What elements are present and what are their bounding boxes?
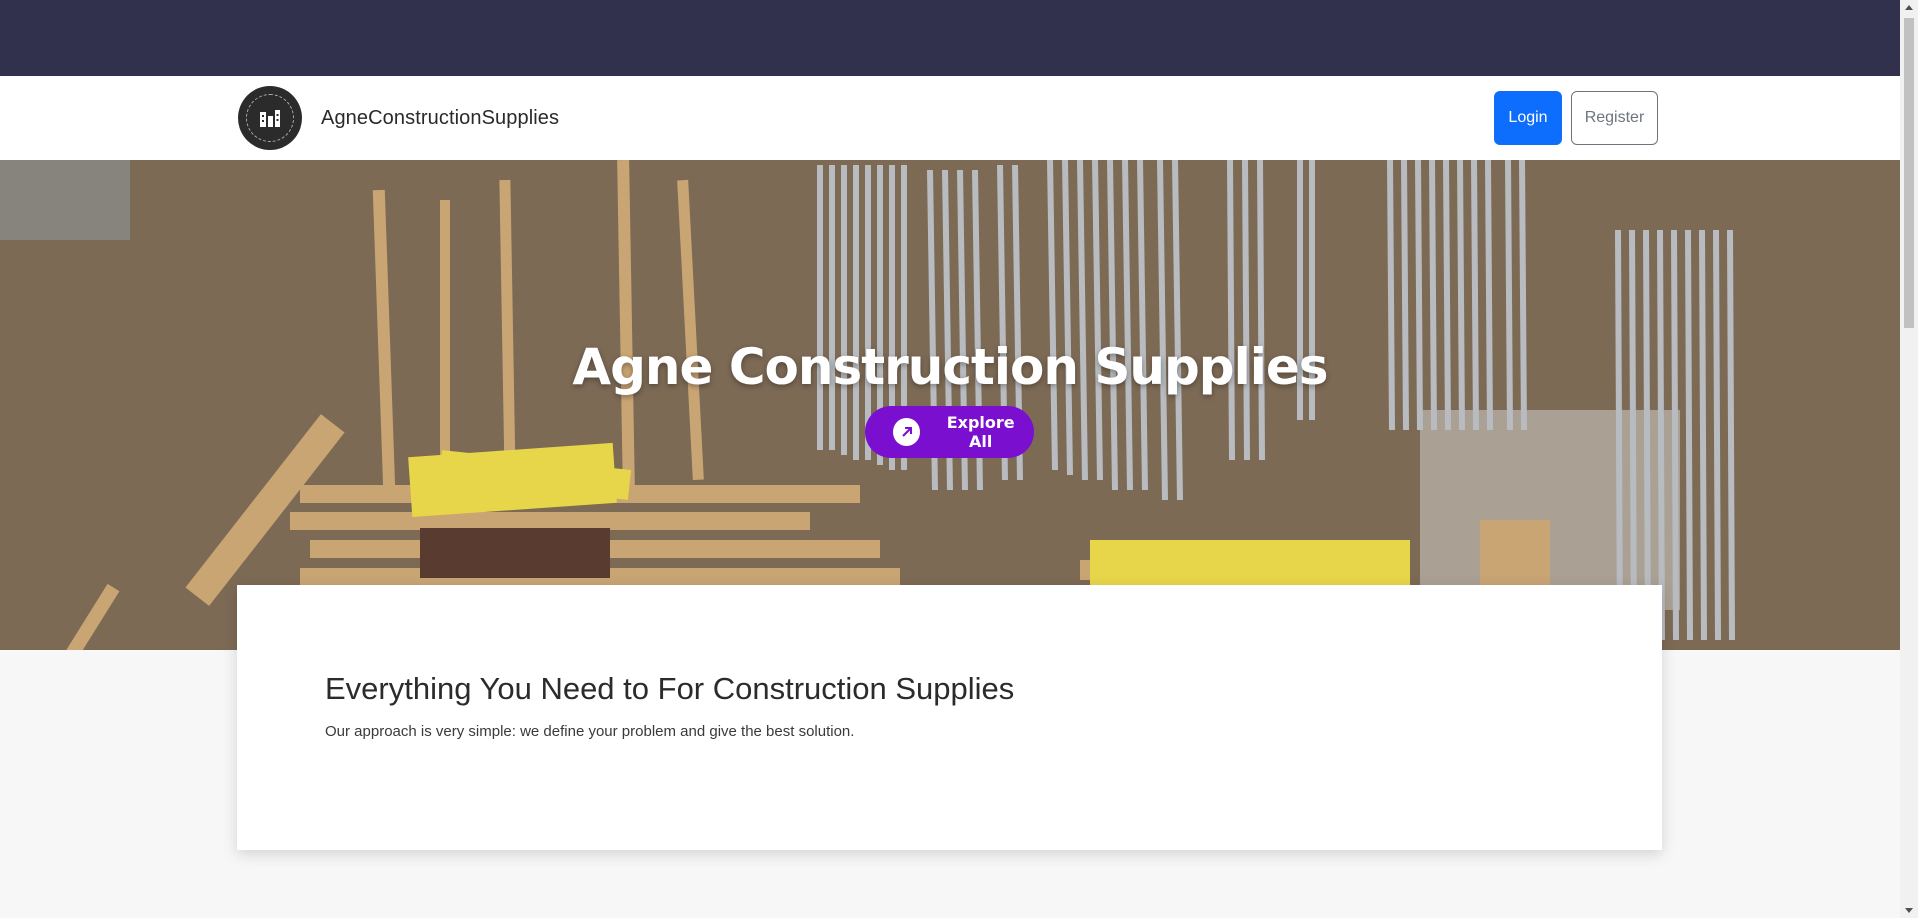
hero-banner: Agne Construction Supplies Explore All bbox=[0, 160, 1900, 650]
navbar: AgneConstructionSupplies Login Register bbox=[0, 76, 1900, 160]
login-button[interactable]: Login bbox=[1494, 91, 1562, 145]
hero-title: Agne Construction Supplies bbox=[572, 338, 1328, 396]
building-logo-icon[interactable] bbox=[238, 86, 302, 150]
intro-text: Our approach is very simple: we define y… bbox=[325, 723, 855, 740]
scrollbar-thumb[interactable] bbox=[1904, 18, 1914, 328]
scroll-down-icon[interactable] bbox=[1905, 908, 1913, 913]
explore-all-button[interactable]: Explore All bbox=[865, 406, 1034, 458]
explore-all-label: Explore All bbox=[946, 413, 1015, 451]
arrow-up-right-icon bbox=[893, 418, 921, 446]
construction-materials-photo bbox=[0, 160, 1900, 650]
intro-card: Everything You Need to For Construction … bbox=[237, 585, 1662, 850]
register-button[interactable]: Register bbox=[1571, 91, 1658, 145]
top-bar bbox=[0, 0, 1900, 76]
brand-name[interactable]: AgneConstructionSupplies bbox=[321, 107, 559, 130]
scroll-up-icon[interactable] bbox=[1905, 5, 1913, 10]
page-scrollbar[interactable] bbox=[1900, 0, 1918, 918]
intro-heading: Everything You Need to For Construction … bbox=[325, 671, 1015, 706]
brand[interactable]: AgneConstructionSupplies bbox=[238, 86, 559, 150]
